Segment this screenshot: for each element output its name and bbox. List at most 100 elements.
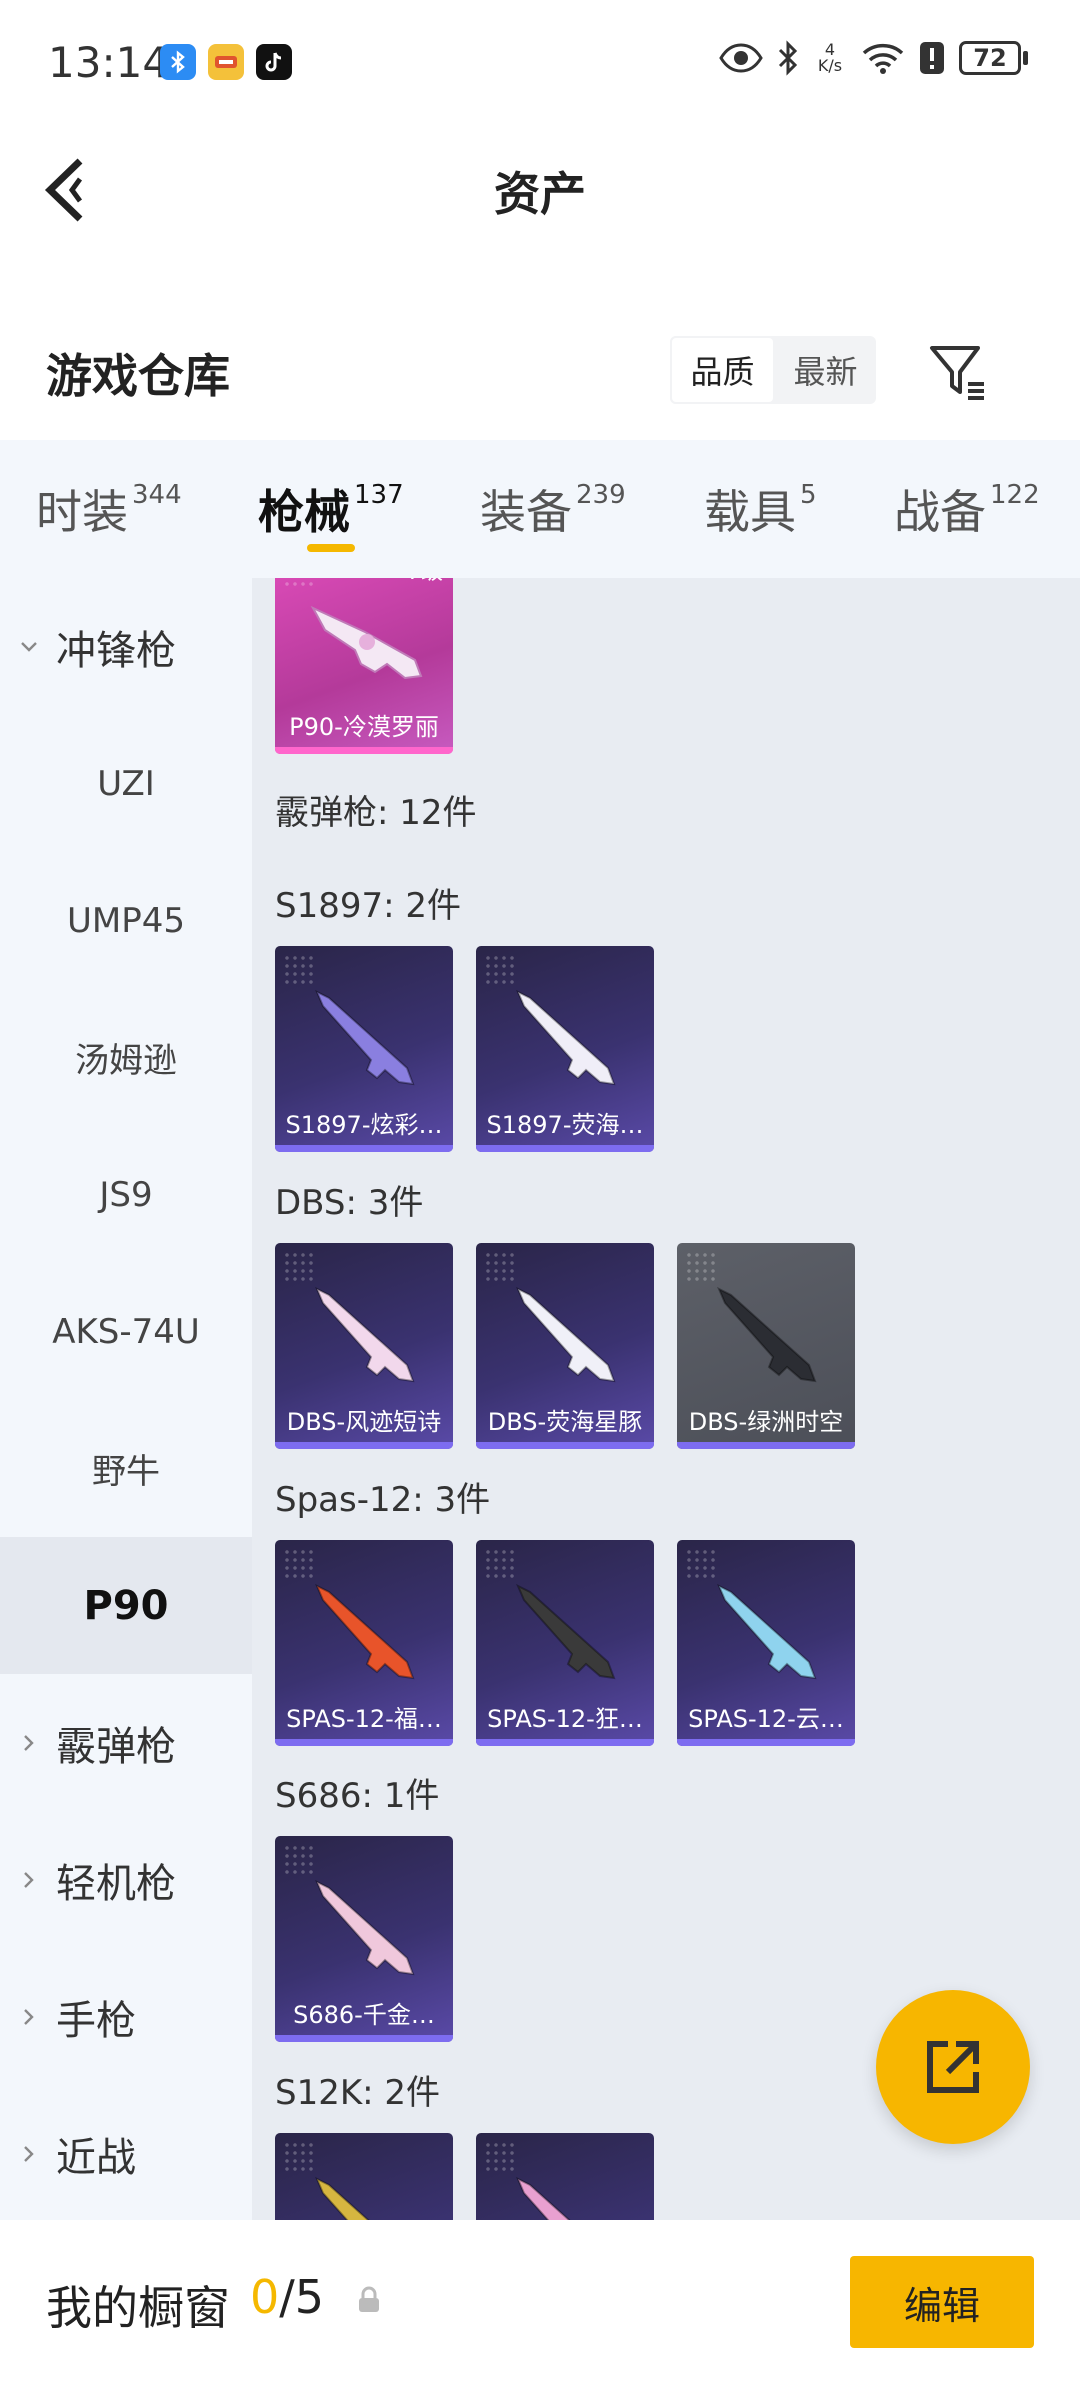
item-card[interactable] xyxy=(476,2133,654,2220)
sidebar-item-js9[interactable]: JS9 xyxy=(0,1126,252,1263)
item-name: DBS-绿洲时空 xyxy=(688,1408,844,1436)
rarity-bar xyxy=(476,1145,654,1152)
system-icons: 4 K/s 72 xyxy=(719,40,1028,76)
item-card[interactable]: SPAS-12-狂… xyxy=(476,1540,654,1746)
gun-icon xyxy=(315,1879,415,1976)
tab-equipment[interactable]: 装备 239 xyxy=(480,440,626,578)
item-card[interactable]: 7级 P90-冷漠罗丽 xyxy=(275,578,453,754)
item-card[interactable]: S1897-荧海… xyxy=(476,946,654,1152)
gun-icon xyxy=(315,1583,415,1680)
rarity-bar xyxy=(275,1442,453,1449)
rarity-bar xyxy=(275,747,453,754)
chevron-right-icon xyxy=(24,2145,34,2162)
sidebar-item-uzi[interactable]: UZI xyxy=(0,715,252,852)
wifi-icon xyxy=(862,43,904,74)
share-icon xyxy=(927,2041,979,2093)
tab-supplies[interactable]: 战备 122 xyxy=(894,440,1040,578)
gun-icon xyxy=(717,1583,817,1680)
gun-icon xyxy=(310,605,423,680)
gun-icon xyxy=(516,2176,571,2220)
item-card[interactable]: S686-千金… xyxy=(275,1836,453,2042)
gun-icon xyxy=(315,2176,370,2220)
battery-tip xyxy=(1023,51,1028,65)
eye-icon xyxy=(719,43,763,73)
rarity-bar xyxy=(275,1739,453,1746)
rarity-bar xyxy=(275,2035,453,2042)
rarity-bar xyxy=(677,1739,855,1746)
page-title: 资产 xyxy=(494,167,586,221)
app-header: 资产 xyxy=(0,125,1080,255)
item-name: DBS-荧海星豚 xyxy=(487,1408,643,1436)
item-card[interactable]: DBS-荧海星豚 xyxy=(476,1243,654,1449)
warehouse-header: 游戏仓库 品质 最新 xyxy=(0,320,1080,440)
group-label: S686: 1件 xyxy=(275,1776,440,1816)
sidebar-item-thompson[interactable]: 汤姆逊 xyxy=(0,989,252,1126)
showcase-label: 我的橱窗 xyxy=(46,2281,230,2335)
sidebar-group-shotgun[interactable]: 霰弹枪 xyxy=(0,1674,252,1811)
edit-button[interactable]: 编辑 xyxy=(850,2256,1034,2348)
item-name: P90-冷漠罗丽 xyxy=(289,713,439,741)
filter-button[interactable] xyxy=(926,340,990,404)
share-fab-button[interactable] xyxy=(876,1990,1030,2144)
gun-icon xyxy=(516,989,616,1086)
sidebar-item-p90[interactable]: P90 xyxy=(0,1537,252,1674)
item-name: SPAS-12-云… xyxy=(688,1705,844,1733)
sidebar-item-aks74u[interactable]: AKS-74U xyxy=(0,1263,252,1400)
sort-toggle: 品质 最新 xyxy=(670,336,876,404)
item-card[interactable]: DBS-绿洲时空 xyxy=(677,1243,855,1449)
sidebar: 冲锋枪 UZI UMP45 汤姆逊 JS9 AKS-74U 野牛 P90 霰弹枪… xyxy=(0,578,252,2220)
chevron-right-icon xyxy=(24,1734,34,1751)
rarity-bar xyxy=(275,1145,453,1152)
item-name: DBS-风迹短诗 xyxy=(286,1408,442,1436)
tab-guns[interactable]: 枪械 137 xyxy=(258,440,404,578)
notification-icons xyxy=(160,44,292,80)
filter-icon xyxy=(930,346,984,400)
item-name: S1897-荧海… xyxy=(486,1111,644,1139)
item-card[interactable]: S1897-炫彩… xyxy=(275,946,453,1152)
sidebar-group-pistol[interactable]: 手枪 xyxy=(0,1948,252,2085)
chevron-right-icon xyxy=(24,2008,34,2025)
rarity-bar xyxy=(677,1442,855,1449)
item-card[interactable]: SPAS-12-福… xyxy=(275,1540,453,1746)
rarity-bar xyxy=(476,1442,654,1449)
gun-icon xyxy=(717,1286,817,1383)
group-label: DBS: 3件 xyxy=(275,1183,424,1223)
tab-vehicles[interactable]: 载具 5 xyxy=(704,440,817,578)
warehouse-title: 游戏仓库 xyxy=(46,349,230,403)
sidebar-item-bizon[interactable]: 野牛 xyxy=(0,1400,252,1537)
sidebar-item-ump45[interactable]: UMP45 xyxy=(0,852,252,989)
sidebar-group-lmg[interactable]: 轻机枪 xyxy=(0,1811,252,1948)
item-name: SPAS-12-福… xyxy=(286,1705,442,1733)
category-tabs: 时装 344 枪械 137 装备 239 载具 5 战备 122 xyxy=(0,440,1080,578)
group-label: Spas-12: 3件 xyxy=(275,1480,491,1520)
tab-fashion[interactable]: 时装 344 xyxy=(36,440,182,578)
category-total-label: 霰弹枪: 12件 xyxy=(275,793,477,833)
game-app-icon xyxy=(208,44,244,80)
lock-icon xyxy=(359,2286,379,2312)
sidebar-group-melee[interactable]: 近战 xyxy=(0,2085,252,2220)
gun-icon xyxy=(516,1286,616,1383)
bottom-bar: 我的橱窗 0/5 编辑 xyxy=(0,2220,1080,2382)
status-bar: 13:14 4 K/s 72 xyxy=(0,0,1080,125)
network-speed: 4 K/s xyxy=(817,40,843,75)
group-label: S12K: 2件 xyxy=(275,2073,441,2113)
sort-quality-button[interactable]: 品质 xyxy=(670,336,775,404)
sidebar-group-smg[interactable]: 冲锋枪 xyxy=(0,578,252,715)
rarity-bar xyxy=(476,1739,654,1746)
item-name: S686-千金… xyxy=(293,2001,435,2029)
item-name: S1897-炫彩… xyxy=(285,1111,443,1139)
chevron-right-icon xyxy=(24,1871,34,1888)
battery-icon: 72 xyxy=(959,41,1021,75)
tab-active-indicator xyxy=(306,544,355,552)
item-card[interactable]: SPAS-12-云… xyxy=(677,1540,855,1746)
tiktok-icon xyxy=(256,44,292,80)
sort-newest-button[interactable]: 最新 xyxy=(775,336,876,404)
gun-icon xyxy=(315,1286,415,1383)
item-card[interactable] xyxy=(275,2133,453,2220)
gun-icon xyxy=(516,1583,616,1680)
clock: 13:14 xyxy=(48,38,170,87)
bluetooth-icon xyxy=(778,40,798,76)
item-card[interactable]: DBS-风迹短诗 xyxy=(275,1243,453,1449)
showcase-count: 0/5 xyxy=(250,2270,325,2324)
bluetooth-app-icon xyxy=(160,44,196,80)
